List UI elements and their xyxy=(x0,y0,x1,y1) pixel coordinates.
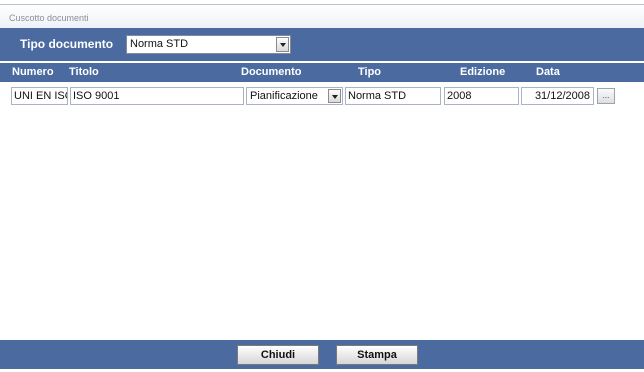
documento-select[interactable]: Pianificazione xyxy=(246,87,343,105)
table-header: Numero Titolo Documento Tipo Edizione Da… xyxy=(0,63,644,82)
title-bar: Cuscotto documenti xyxy=(0,4,644,28)
documento-value: Pianificazione xyxy=(250,90,318,102)
data-field[interactable]: 31/12/2008 xyxy=(521,87,594,105)
filter-bar: Tipo documento Norma STD xyxy=(0,28,644,61)
chevron-down-icon[interactable] xyxy=(276,37,289,52)
tipo-field[interactable]: Norma STD xyxy=(345,87,441,105)
column-header-data: Data xyxy=(536,66,560,78)
edizione-field[interactable]: 2008 xyxy=(444,87,519,105)
titolo-value: ISO 9001 xyxy=(73,90,120,102)
column-header-edizione: Edizione xyxy=(460,66,506,78)
column-header-tipo: Tipo xyxy=(358,66,382,78)
document-type-value: Norma STD xyxy=(130,38,189,50)
document-type-select[interactable]: Norma STD xyxy=(126,35,291,54)
footer-bar: Chiudi Stampa xyxy=(0,340,644,369)
tipo-value: Norma STD xyxy=(348,90,407,102)
print-button[interactable]: Stampa xyxy=(336,345,418,365)
more-button[interactable]: ... xyxy=(597,88,615,104)
column-header-numero: Numero xyxy=(12,66,54,78)
data-value: 31/12/2008 xyxy=(534,90,590,102)
window-title: Cuscotto documenti xyxy=(9,13,89,23)
edizione-value: 2008 xyxy=(447,90,472,102)
column-header-titolo: Titolo xyxy=(69,66,99,78)
column-header-documento: Documento xyxy=(241,66,302,78)
titolo-field[interactable]: ISO 9001 xyxy=(70,87,244,105)
numero-field[interactable]: UNI EN ISO xyxy=(11,87,68,105)
document-type-label: Tipo documento xyxy=(20,37,114,51)
numero-value: UNI EN ISO xyxy=(14,90,68,102)
chevron-down-icon[interactable] xyxy=(328,89,341,103)
close-button[interactable]: Chiudi xyxy=(237,345,319,365)
document-dashboard-window: Cuscotto documenti Tipo documento Norma … xyxy=(0,0,644,372)
